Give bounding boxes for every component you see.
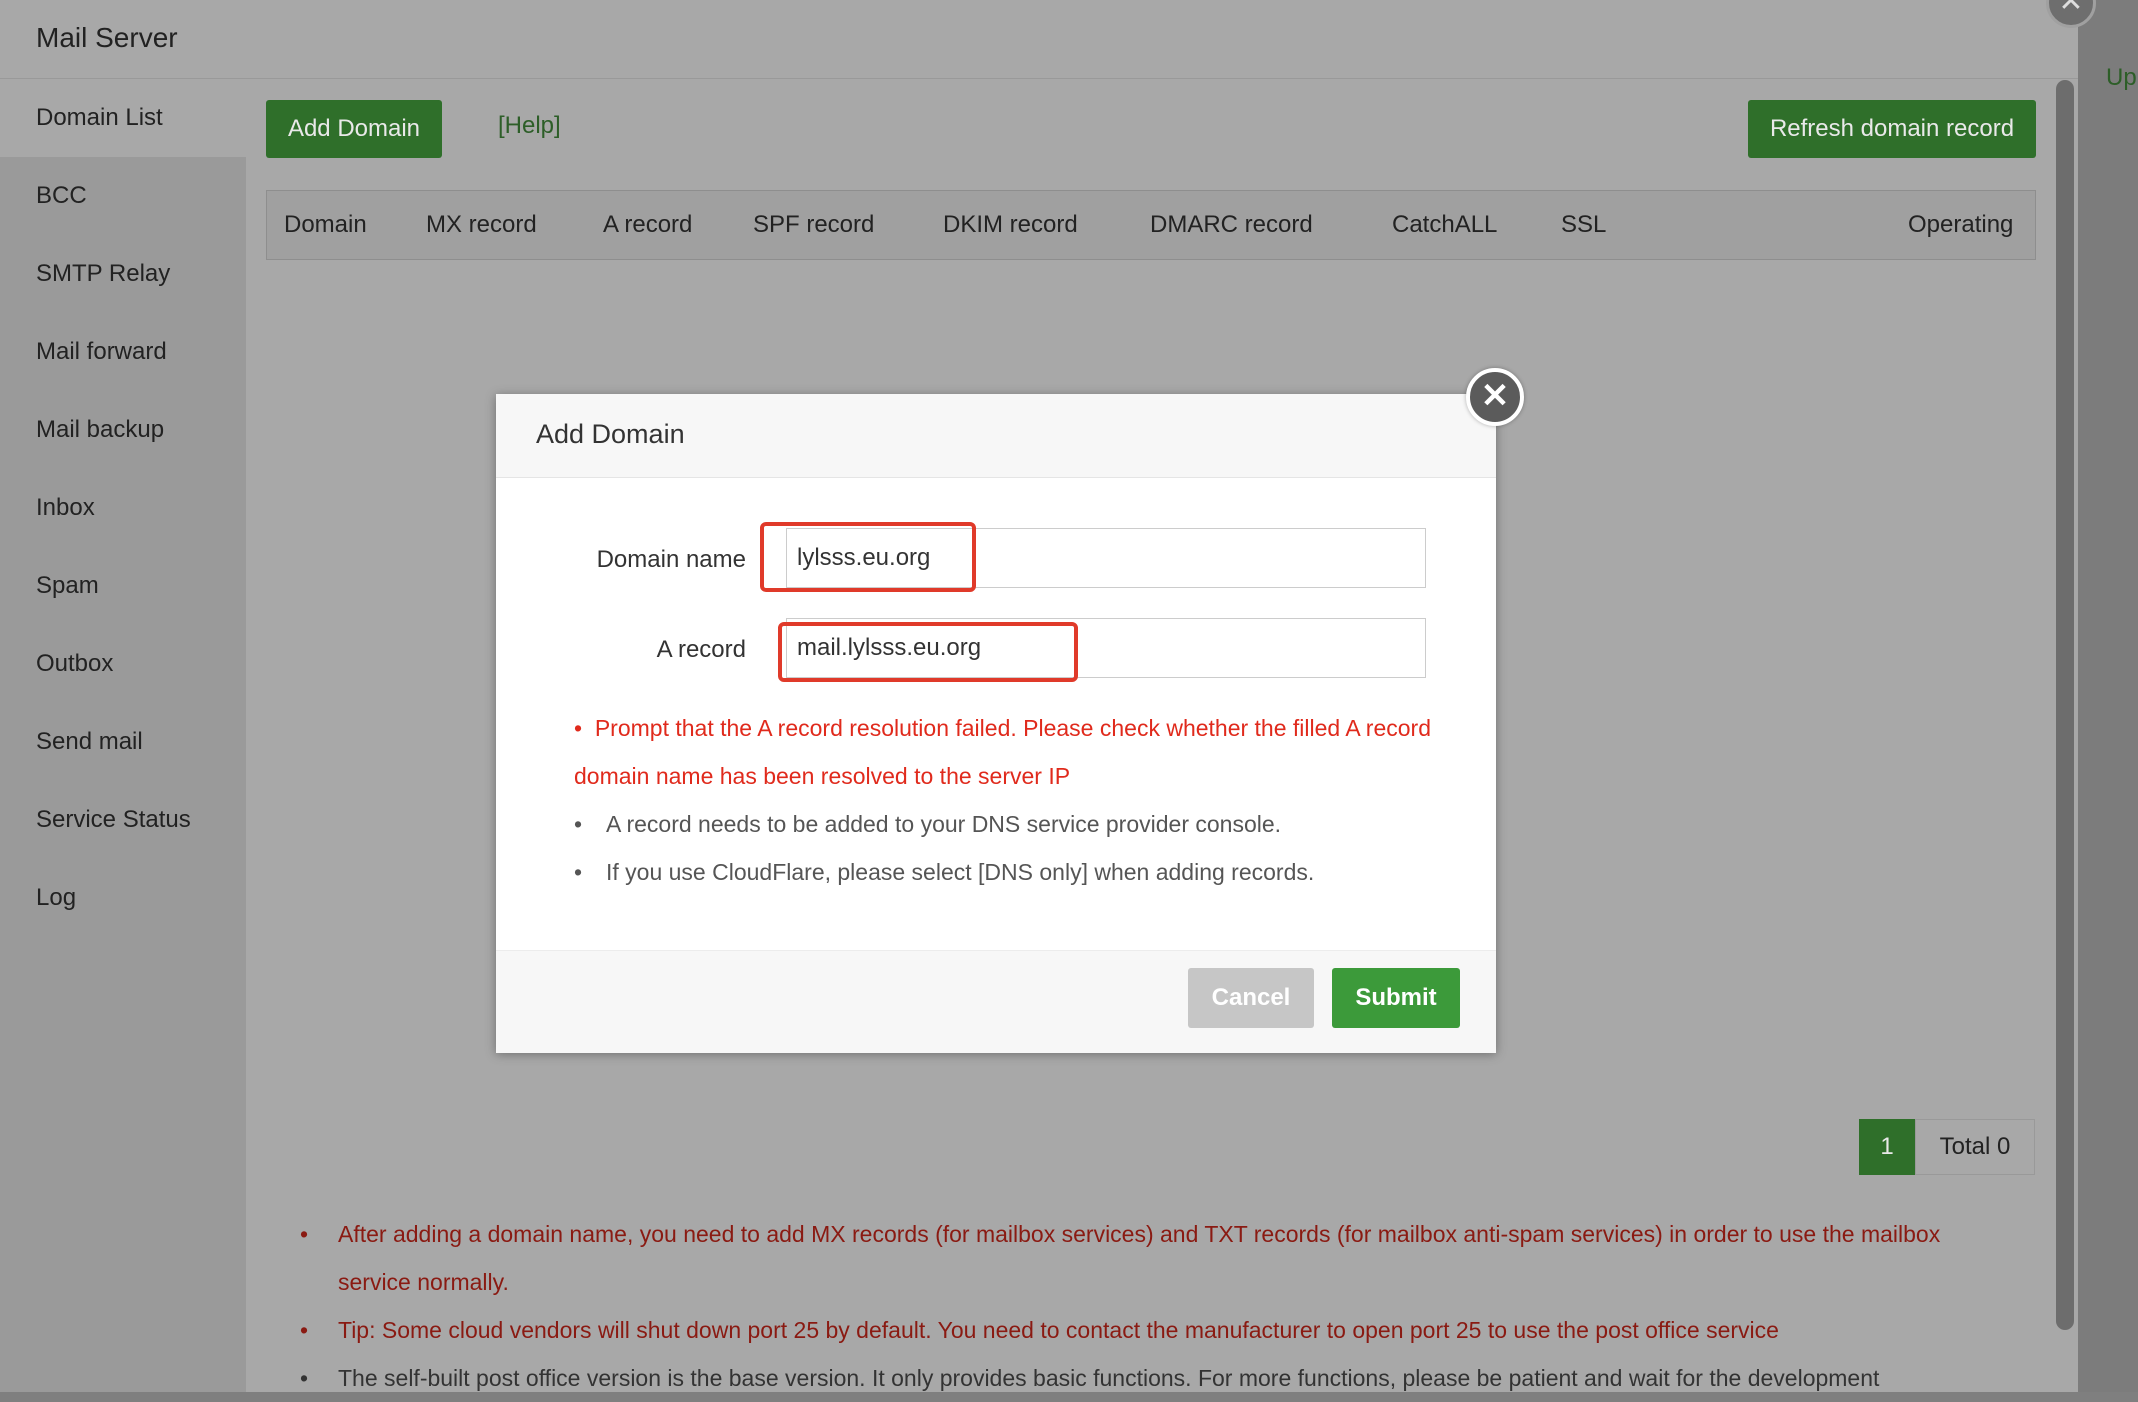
sidebar-item-bcc[interactable]: BCC [0, 157, 246, 235]
column-header-a-record: A record [603, 211, 693, 238]
sidebar-item-domain-list[interactable]: Domain List [0, 79, 246, 157]
pagination-current-page[interactable]: 1 [1859, 1119, 1915, 1175]
a-record-label: A record [656, 636, 746, 663]
sidebar-item-mail-forward[interactable]: Mail forward [0, 313, 246, 391]
list-item: • Tip: Some cloud vendors will shut down … [300, 1317, 1779, 1343]
cancel-button[interactable]: Cancel [1188, 968, 1314, 1028]
a-record-input[interactable] [786, 618, 1426, 678]
list-item: • After adding a domain name, you need to… [300, 1221, 1941, 1295]
sidebar-item-spam[interactable]: Spam [0, 547, 246, 625]
sidebar-item-log[interactable]: Log [0, 859, 246, 937]
domain-table-header: Domain MX record A record SPF record DKI… [266, 190, 2036, 260]
pagination-total: Total 0 [1915, 1119, 2035, 1175]
close-icon[interactable]: ✕ [1466, 368, 1524, 426]
up-link[interactable]: Up [2106, 64, 2137, 92]
scrollbar[interactable] [2056, 80, 2074, 1330]
sidebar: Domain List BCC SMTP Relay Mail forward … [0, 79, 246, 1392]
sidebar-item-send-mail[interactable]: Send mail [0, 703, 246, 781]
domain-name-input[interactable] [786, 528, 1426, 588]
add-domain-button[interactable]: Add Domain [266, 100, 442, 158]
page-title: Mail Server [36, 22, 178, 53]
column-header-operating: Operating [1908, 211, 2014, 238]
column-header-domain: Domain [284, 211, 367, 238]
dialog-title: Add Domain [536, 419, 685, 449]
help-link[interactable]: [Help] [498, 112, 561, 140]
column-header-mx-record: MX record [426, 211, 537, 238]
sidebar-item-service-status[interactable]: Service Status [0, 781, 246, 859]
panel-title-bar: Mail Server [0, 0, 2078, 79]
sidebar-item-inbox[interactable]: Inbox [0, 469, 246, 547]
refresh-domain-record-button[interactable]: Refresh domain record [1748, 100, 2036, 158]
notes-list: • After adding a domain name, you need to… [300, 1210, 1980, 1402]
column-header-dmarc-record: DMARC record [1150, 211, 1313, 238]
add-domain-dialog: Add Domain ✕ Domain name A record • Prom… [496, 368, 1524, 1053]
domain-name-label: Domain name [596, 546, 746, 573]
dialog-tips: • Prompt that the A record resolution fa… [574, 704, 1454, 896]
right-background-strip [2078, 0, 2138, 1392]
list-item: • If you use CloudFlare, please select [D… [574, 859, 1315, 885]
dialog-header: Add Domain [496, 394, 1496, 478]
dialog-footer: Cancel Submit [496, 950, 1496, 1053]
sidebar-item-mail-backup[interactable]: Mail backup [0, 391, 246, 469]
column-header-ssl: SSL [1561, 211, 1607, 238]
list-item: • The self-built post office version is t… [300, 1365, 1880, 1391]
submit-button[interactable]: Submit [1332, 968, 1460, 1028]
error-tip: • Prompt that the A record resolution fa… [574, 715, 1431, 789]
column-header-dkim-record: DKIM record [943, 211, 1078, 238]
column-header-catchall: CatchALL [1392, 211, 1498, 238]
sidebar-item-smtp-relay[interactable]: SMTP Relay [0, 235, 246, 313]
column-header-spf-record: SPF record [753, 211, 875, 238]
list-item: • A record needs to be added to your DNS … [574, 811, 1282, 837]
sidebar-item-outbox[interactable]: Outbox [0, 625, 246, 703]
